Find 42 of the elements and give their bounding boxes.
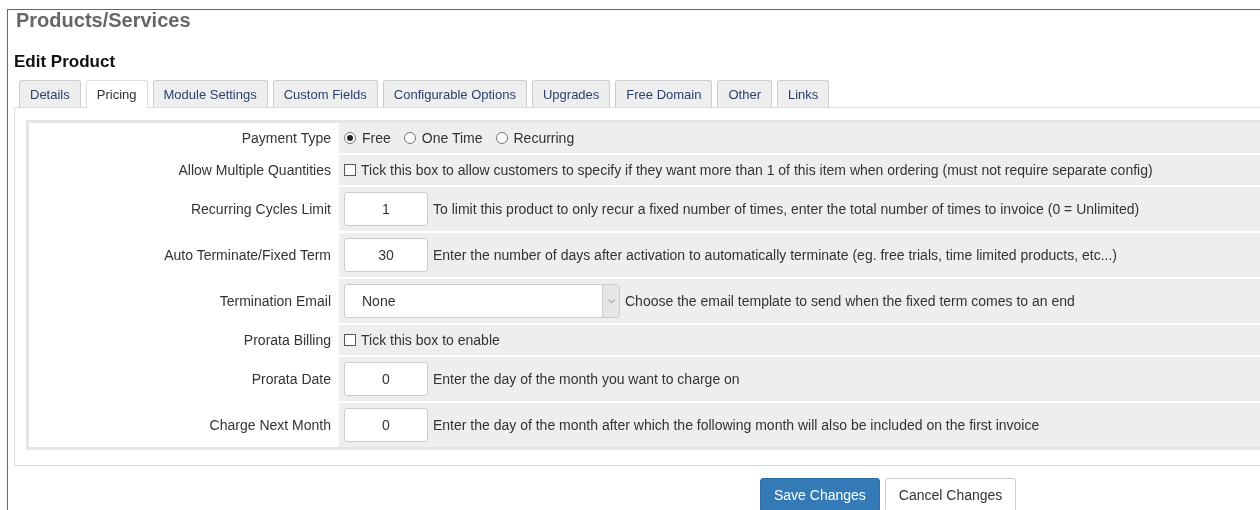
number-field[interactable]: 0 (344, 408, 428, 442)
tab[interactable]: Upgrades (531, 80, 611, 107)
checkbox[interactable] (344, 334, 356, 346)
help-text: Enter the number of days after activation to automatically terminate (eg. free trials, time limited products, etc...) (433, 247, 1117, 263)
number-field[interactable]: 30 (344, 238, 428, 272)
field-label: Auto Terminate/Fixed Term (164, 247, 332, 263)
help-text: Choose the email template to send when the fixed term comes to an end (625, 293, 1075, 309)
tab[interactable]: Details (19, 80, 81, 107)
field-label: Termination Email (219, 293, 332, 309)
number-field[interactable]: 0 (344, 362, 428, 396)
tab[interactable]: Custom Fields (272, 80, 378, 107)
section-title: Edit Product (14, 52, 117, 72)
tab[interactable]: Free Domain (615, 80, 713, 107)
page-title: Products/Services (15, 10, 192, 30)
radio-button[interactable] (344, 132, 356, 144)
tab[interactable]: Configurable Options (382, 80, 527, 107)
help-text: Enter the day of the month after which the following month will also be included on the first invoice (433, 417, 1040, 433)
tab[interactable]: Links (777, 80, 830, 107)
radio-button[interactable] (495, 132, 508, 144)
tab[interactable]: Pricing (85, 80, 148, 108)
radio-label[interactable]: Recurring (513, 130, 575, 146)
dropdown[interactable]: None (344, 284, 620, 318)
field-label: Allow Multiple Quantities (178, 162, 332, 178)
field-label: Prorata Billing (243, 332, 332, 348)
checkbox-label: Tick this box to enable (361, 332, 500, 348)
field-label: Charge Next Month (209, 417, 332, 433)
save-button[interactable]: Save Changes (760, 478, 880, 510)
tab[interactable]: Other (717, 80, 772, 107)
help-text: To limit this product to only recur a fixed number of times, enter the total number of times to invoice (0 = Unlimited) (433, 201, 1140, 217)
number-field[interactable]: 1 (344, 192, 428, 226)
checkbox[interactable] (344, 164, 356, 176)
radio-button[interactable] (403, 132, 416, 144)
help-text: Enter the day of the month you want to charge on (433, 371, 740, 387)
field-label: Payment Type (241, 130, 332, 146)
radio-label[interactable]: One Time (421, 130, 483, 146)
checkbox-label: Tick this box to allow customers to specify if they want more than 1 of this item when ordering (must not require separate config) (361, 162, 1153, 178)
field-label: Prorata Date (251, 371, 332, 387)
caret-icon (607, 298, 615, 304)
field-label: Recurring Cycles Limit (190, 201, 332, 217)
tab[interactable]: Module Settings (152, 80, 268, 107)
radio-label[interactable]: Free (362, 130, 391, 146)
cancel-button[interactable]: Cancel Changes (884, 478, 1017, 510)
